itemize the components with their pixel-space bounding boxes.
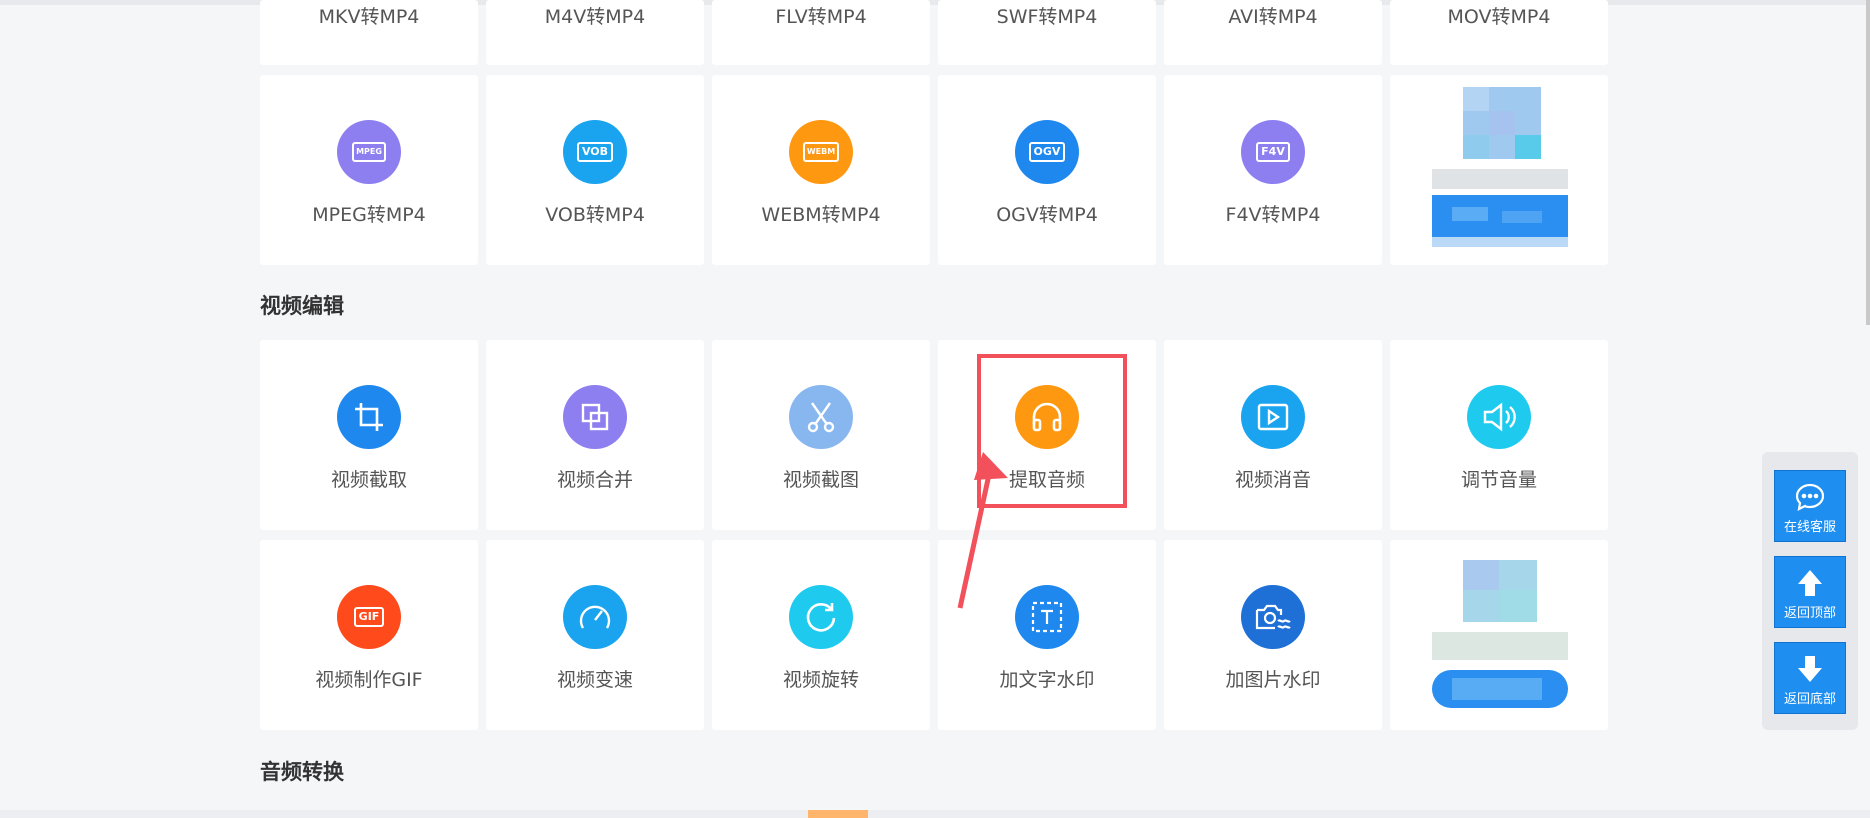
speedometer-icon [563,585,627,649]
chat-bubble-icon [1795,483,1825,511]
back-to-bottom-button[interactable]: 返回底部 [1774,642,1846,714]
card-label: AVI转MP4 [1228,6,1318,28]
card-flv-to-mp4[interactable]: FLV转MP4 [712,0,930,65]
card-label: FLV转MP4 [775,6,867,28]
merge-icon [563,385,627,449]
card-video-rotate[interactable]: 视频旋转 [712,540,930,730]
mpeg-file-icon: MPEG [337,120,401,184]
card-video-speed[interactable]: 视频变速 [486,540,704,730]
card-label: 视频变速 [556,669,633,691]
card-avi-to-mp4[interactable]: AVI转MP4 [1164,0,1382,65]
card-mpeg-to-mp4[interactable]: MPEG MPEG转MP4 [260,75,478,265]
card-label: MKV转MP4 [318,6,420,28]
card-webm-to-mp4[interactable]: WEBM WEBM转MP4 [712,75,930,265]
webm-file-icon: WEBM [789,120,853,184]
arrow-down-icon [1798,656,1822,682]
blurred-ad-image [1432,87,1568,247]
online-service-label: 在线客服 [1783,520,1836,535]
card-label: 视频截取 [330,469,407,491]
card-image-watermark[interactable]: 加图片水印 [1164,540,1382,730]
online-service-button[interactable]: 在线客服 [1774,470,1846,542]
card-mkv-to-mp4[interactable]: MKV转MP4 [260,0,478,65]
scissors-icon [789,385,853,449]
card-label: 调节音量 [1460,469,1537,491]
card-ad-banner[interactable] [1390,540,1608,730]
card-video-to-gif[interactable]: GIF 视频制作GIF [260,540,478,730]
back-to-top-label: 返回顶部 [1783,606,1836,621]
card-m4v-to-mp4[interactable]: M4V转MP4 [486,0,704,65]
card-label: MPEG转MP4 [312,204,426,226]
card-label: 视频旋转 [782,669,859,691]
card-f4v-to-mp4[interactable]: F4V F4V转MP4 [1164,75,1382,265]
card-mov-to-mp4[interactable]: MOV转MP4 [1390,0,1608,65]
card-label: M4V转MP4 [544,6,646,28]
card-video-screenshot[interactable]: 视频截图 [712,340,930,530]
back-to-top-button[interactable]: 返回顶部 [1774,556,1846,628]
card-label: MOV转MP4 [1447,6,1551,28]
card-label: 视频截图 [782,469,859,491]
section-title-audio-convert: 音频转换 [260,760,344,784]
card-label: 视频消音 [1234,469,1311,491]
card-text-watermark[interactable]: 加文字水印 [938,540,1156,730]
card-label: 视频制作GIF [315,669,423,691]
card-label: 加图片水印 [1225,669,1321,691]
card-video-merge[interactable]: 视频合并 [486,340,704,530]
card-ogv-to-mp4[interactable]: OGV OGV转MP4 [938,75,1156,265]
card-swf-to-mp4[interactable]: SWF转MP4 [938,0,1156,65]
card-vob-to-mp4[interactable]: VOB VOB转MP4 [486,75,704,265]
floating-sidebar: 在线客服 返回顶部 返回底部 [1762,452,1858,730]
card-label: VOB转MP4 [545,204,645,226]
card-video-mute[interactable]: 视频消音 [1164,340,1382,530]
rotate-icon [789,585,853,649]
crop-icon [337,385,401,449]
card-label: F4V转MP4 [1225,204,1321,226]
card-adjust-volume[interactable]: 调节音量 [1390,340,1608,530]
card-label: 视频合并 [556,469,633,491]
image-watermark-icon [1241,585,1305,649]
page-scrollbar[interactable] [1866,0,1870,325]
card-ad-qr[interactable] [1390,75,1608,265]
card-video-trim[interactable]: 视频截取 [260,340,478,530]
card-label: SWF转MP4 [996,6,1098,28]
blurred-ad-image [1432,560,1568,708]
highlight-box [977,354,1127,508]
ogv-file-icon: OGV [1015,120,1079,184]
back-to-bottom-label: 返回底部 [1783,692,1836,707]
next-row-preview [0,810,1870,818]
speaker-icon [1467,385,1531,449]
gif-icon: GIF [337,585,401,649]
card-label: WEBM转MP4 [761,204,881,226]
play-icon [1241,385,1305,449]
vob-file-icon: VOB [563,120,627,184]
arrow-up-icon [1798,570,1822,596]
text-watermark-icon [1015,585,1079,649]
f4v-file-icon: F4V [1241,120,1305,184]
card-label: OGV转MP4 [996,204,1098,226]
card-label: 加文字水印 [999,669,1095,691]
section-title-video-edit: 视频编辑 [260,294,344,318]
